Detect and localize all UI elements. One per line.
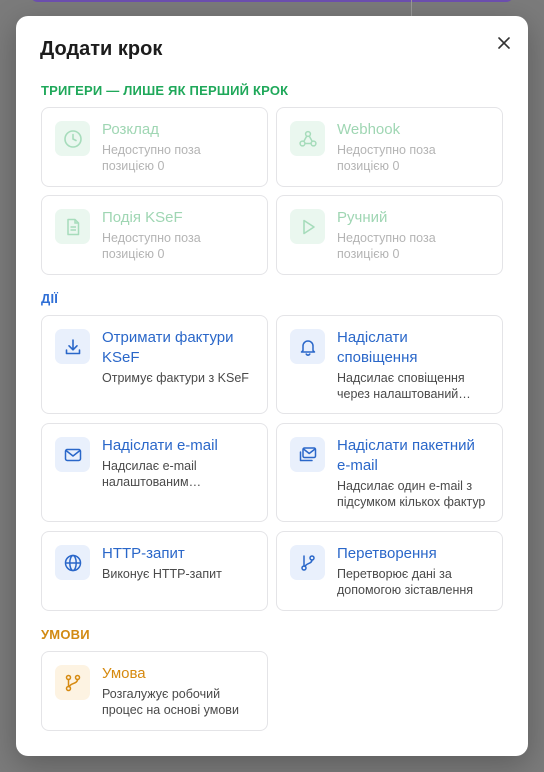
action-card-send-email[interactable]: Надіслати e-mail Надсилає e-mail налашто… [41, 423, 268, 522]
card-description: Недоступно поза позицією 0 [337, 231, 436, 261]
card-title: Надіслати e-mail [102, 437, 218, 454]
section-conditions-heading: УМОВИ [41, 627, 90, 642]
trigger-card-webhook[interactable]: Webhook Недоступно поза позицією 0 [276, 107, 503, 187]
webhook-icon [298, 130, 317, 147]
background-divider [411, 0, 412, 16]
card-title: HTTP-запит [102, 545, 185, 562]
card-description: Недоступно поза позицією 0 [102, 231, 201, 261]
card-description: Недоступно поза позицією 0 [102, 143, 201, 173]
card-title: Розклад [102, 121, 159, 138]
dialog-title: Додати крок [40, 38, 163, 60]
bell-icon [300, 339, 315, 356]
card-title: Умова [102, 665, 146, 682]
document-icon [66, 218, 79, 235]
action-card-transform[interactable]: Перетворення Перетворює дані за допомого… [276, 531, 503, 611]
card-title: Подія KSeF [102, 209, 183, 226]
trigger-card-manual[interactable]: Ручний Недоступно поза позицією 0 [276, 195, 503, 275]
branch-icon [300, 554, 315, 571]
fork-icon [65, 674, 80, 691]
card-title: Webhook [337, 121, 401, 138]
trigger-card-ksef-event[interactable]: Подія KSeF Недоступно поза позицією 0 [41, 195, 268, 275]
action-card-send-batch-email[interactable]: Надіслати пакетний e-mail Надсилає один … [276, 423, 503, 522]
card-description: Надсилає сповіщення через налаштований к… [337, 371, 465, 401]
card-description: Виконує HTTP-запит [102, 567, 222, 581]
download-icon [65, 338, 80, 354]
section-actions-heading: ДІЇ [41, 291, 59, 306]
clock-icon [63, 129, 82, 148]
mail-icon [64, 448, 81, 461]
card-description: Перетворює дані за допомогою зіставлення [337, 567, 474, 597]
card-description: Надсилає один e-mail з підсумком кількох… [337, 479, 486, 509]
action-card-fetch-invoices[interactable]: Отримати фактури KSeF Отримує фактури з … [41, 315, 268, 414]
background-panel-edge [30, 0, 514, 2]
play-icon [302, 219, 315, 234]
add-step-dialog: Додати крок ТРИГЕРИ — ЛИШЕ ЯК ПЕРШИЙ КРО… [16, 16, 528, 756]
card-description: Розгалужує робочий процес на основі умов… [102, 687, 239, 717]
card-description: Надсилає e-mail налаштованим одержувачам [102, 459, 197, 489]
section-triggers-heading: ТРИГЕРИ — ЛИШЕ ЯК ПЕРШИЙ КРОК [41, 83, 289, 98]
close-icon [498, 37, 510, 49]
card-title: Ручний [337, 209, 388, 226]
action-card-send-notification[interactable]: Надіслати сповіщення Надсилає сповіщення… [276, 315, 503, 414]
card-title: Перетворення [337, 545, 437, 562]
condition-card-condition[interactable]: Умова Розгалужує робочий процес на основ… [41, 651, 268, 731]
close-button[interactable] [494, 33, 514, 53]
card-title: Отримати фактури KSeF [102, 329, 234, 366]
mail-stack-icon [299, 446, 316, 461]
globe-icon [64, 554, 81, 571]
card-title: Надіслати сповіщення [337, 329, 418, 366]
trigger-card-schedule[interactable]: Розклад Недоступно поза позицією 0 [41, 107, 268, 187]
card-description: Недоступно поза позицією 0 [337, 143, 436, 173]
card-title: Надіслати пакетний e-mail [337, 437, 475, 474]
action-card-http-request[interactable]: HTTP-запит Виконує HTTP-запит [41, 531, 268, 611]
card-description: Отримує фактури з KSeF [102, 371, 249, 385]
